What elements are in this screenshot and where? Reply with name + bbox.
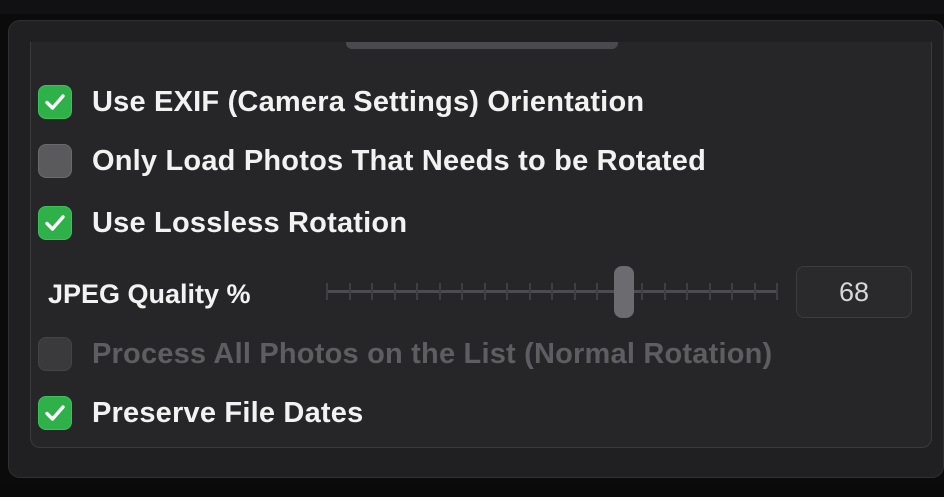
checkmark-icon (45, 94, 65, 110)
slider-tick (596, 283, 598, 300)
slider-tick (326, 283, 328, 300)
preserve-file-dates-checkbox[interactable] (38, 396, 72, 430)
preserve-file-dates-label: Preserve File Dates (92, 396, 364, 429)
only-load-rotated-checkbox[interactable] (38, 144, 72, 178)
use-exif-orientation-label: Use EXIF (Camera Settings) Orientation (92, 85, 645, 118)
slider-tick (551, 283, 553, 300)
slider-tick (438, 283, 441, 300)
slider-tick (416, 283, 418, 300)
option-use-exif-orientation[interactable]: Use EXIF (Camera Settings) Orientation (38, 82, 644, 122)
slider-tick (686, 283, 688, 300)
jpeg-quality-input[interactable]: 68 (796, 266, 912, 318)
jpeg-quality-row: JPEG Quality % (48, 272, 251, 316)
use-lossless-rotation-label: Use Lossless Rotation (92, 206, 408, 239)
jpeg-quality-slider[interactable] (326, 266, 778, 318)
use-exif-orientation-checkbox[interactable] (38, 85, 72, 119)
checkmark-icon (45, 405, 65, 421)
slider-tick (641, 283, 643, 300)
slider-tick (348, 283, 351, 300)
process-all-photos-label: Process All Photos on the List (Normal R… (92, 337, 773, 370)
slider-ticks (326, 283, 778, 300)
slider-tick (753, 283, 756, 300)
only-load-rotated-label: Only Load Photos That Needs to be Rotate… (92, 144, 707, 177)
slider-tick (776, 283, 778, 300)
slider-tick (483, 283, 486, 300)
option-preserve-file-dates[interactable]: Preserve File Dates (38, 393, 363, 433)
slider-tick (663, 283, 666, 300)
process-all-photos-checkbox (38, 337, 72, 371)
title-bar-strip (0, 0, 944, 14)
option-use-lossless-rotation[interactable]: Use Lossless Rotation (38, 203, 407, 243)
slider-tick (506, 283, 508, 300)
bottom-strip (0, 484, 944, 497)
slider-tick (371, 283, 373, 300)
slider-tick (393, 283, 396, 300)
option-process-all-photos: Process All Photos on the List (Normal R… (38, 334, 772, 374)
slider-tick (573, 283, 576, 300)
option-only-load-rotated[interactable]: Only Load Photos That Needs to be Rotate… (38, 141, 706, 181)
slider-tick (461, 283, 463, 300)
checkmark-icon (45, 215, 65, 231)
use-lossless-rotation-checkbox[interactable] (38, 206, 72, 240)
slider-tick (528, 283, 531, 300)
group-collapse-handle[interactable] (346, 42, 618, 49)
slider-tick (708, 283, 711, 300)
slider-thumb[interactable] (614, 266, 635, 318)
jpeg-quality-label: JPEG Quality % (48, 278, 251, 309)
slider-tick (731, 283, 733, 300)
